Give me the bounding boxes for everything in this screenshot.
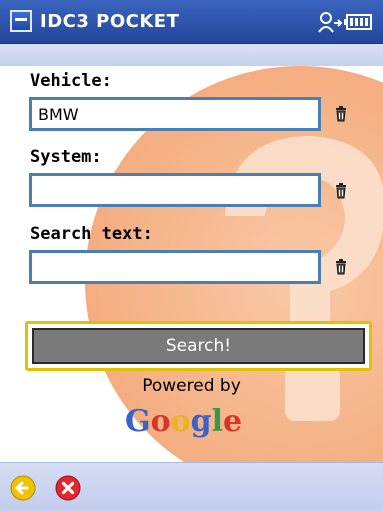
status-icons [318, 12, 372, 33]
connectivity-icon[interactable] [318, 12, 343, 33]
trash-can-icon[interactable] [334, 183, 348, 199]
windows-start-icon[interactable] [10, 10, 32, 32]
close-icon[interactable] [55, 475, 81, 501]
search-button-focus-frame: Search! [25, 321, 372, 371]
screen: IDC3 POCKET Vehicle: BMW System: Search … [0, 0, 383, 511]
system-input[interactable] [29, 173, 321, 207]
vehicle-input[interactable] [29, 97, 321, 131]
vehicle-label: Vehicle: [30, 71, 112, 91]
svg-text:Google: Google [125, 404, 242, 439]
google-logo: Google [125, 404, 242, 439]
title-bar: IDC3 POCKET [0, 0, 383, 44]
powered-by-text: Powered by [142, 376, 241, 396]
search-text-input[interactable] [29, 250, 321, 284]
system-label: System: [30, 147, 102, 167]
trash-can-icon[interactable] [334, 259, 348, 275]
battery-icon[interactable] [344, 14, 372, 30]
trash-can-icon[interactable] [334, 106, 348, 122]
app-title: IDC3 POCKET [40, 11, 180, 32]
search-text-label: Search text: [30, 224, 153, 244]
bottom-bar [0, 462, 383, 511]
menu-band [0, 44, 383, 66]
back-arrow-icon[interactable] [10, 475, 36, 501]
search-button[interactable]: Search! [32, 328, 365, 364]
